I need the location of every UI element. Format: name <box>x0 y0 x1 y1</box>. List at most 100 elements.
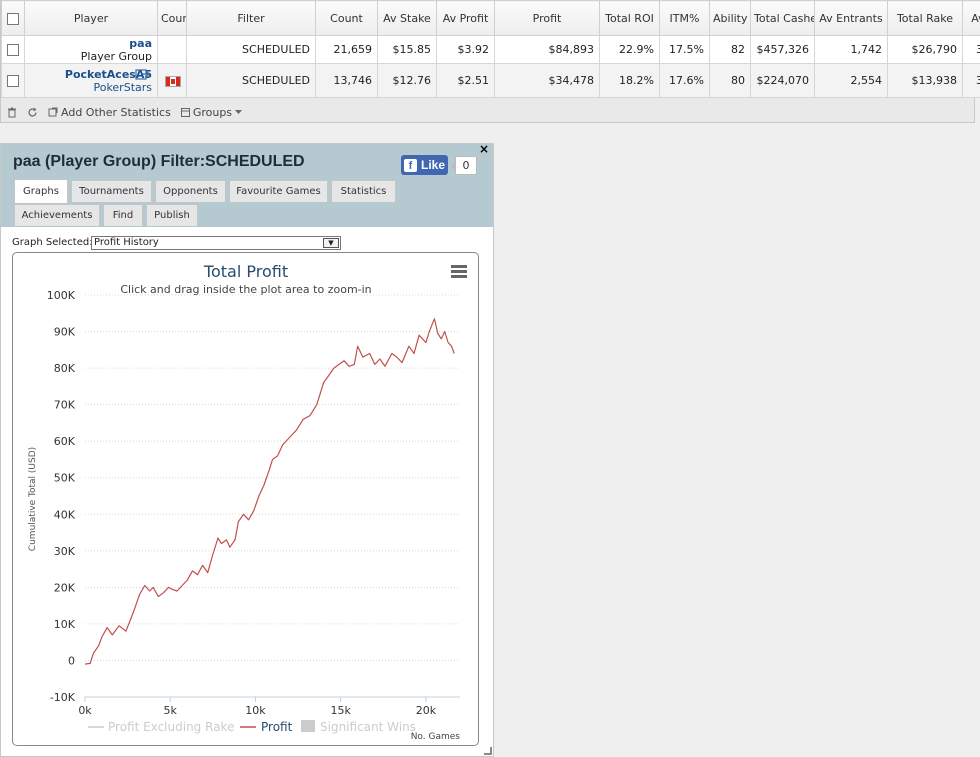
av-profit-cell: $3.92 <box>436 35 495 64</box>
count-cell: 13,746 <box>315 63 378 98</box>
x-tick-label: 15k <box>330 704 351 717</box>
chart-subtitle: Click and drag inside the plot area to z… <box>120 283 371 296</box>
profit-cell: $34,478 <box>494 63 600 98</box>
like-count: 0 <box>451 156 477 175</box>
facebook-like-button[interactable]: f Like <box>401 155 448 175</box>
y-tick-label: 100K <box>47 289 76 302</box>
col-header-profit[interactable]: Profit <box>494 0 600 36</box>
series-line-profit <box>84 318 455 665</box>
groups-icon <box>180 107 190 117</box>
count-cell: 21,659 <box>315 35 378 64</box>
row-checkbox[interactable] <box>7 75 19 87</box>
tab-tournaments[interactable]: Tournaments <box>71 180 152 202</box>
refresh-icon[interactable] <box>27 107 38 118</box>
y-tick-label: 60K <box>54 435 76 448</box>
y-tick-label: 20K <box>54 581 76 594</box>
player-site-link[interactable]: PokerStars <box>30 81 152 94</box>
player-cell: PocketAcesA5 PokerStars <box>24 63 158 98</box>
y-axis-label: Cumulative Total (USD) <box>28 447 38 551</box>
like-label: Like <box>421 158 446 172</box>
row-checkbox[interactable] <box>7 44 19 56</box>
close-panel-button[interactable]: × <box>479 142 489 156</box>
av-profit-cell: $2.51 <box>436 63 495 98</box>
col-header-player[interactable]: Player <box>24 0 158 36</box>
col-header-ability[interactable]: Ability <box>709 0 751 36</box>
graph-select-value: Profit History <box>94 237 159 248</box>
add-other-statistics-button[interactable]: Add Other Statistics <box>48 106 171 119</box>
total-roi-cell: 18.2% <box>599 63 660 98</box>
trash-icon[interactable] <box>7 107 17 118</box>
tab-publish[interactable]: Publish <box>146 204 198 226</box>
player-cell: paa Player Group <box>24 35 158 64</box>
resize-handle[interactable] <box>484 747 492 755</box>
col-header-total-cashed[interactable]: Total Cashe <box>750 0 815 36</box>
player-name-link[interactable]: paa <box>30 37 152 50</box>
y-tick-label: -10K <box>50 691 76 704</box>
y-tick-label: 50K <box>54 472 76 485</box>
y-tick-label: 0 <box>68 654 75 667</box>
total-cashed-cell: $224,070 <box>750 63 815 98</box>
tab-statistics[interactable]: Statistics <box>331 180 396 202</box>
tab-opponents[interactable]: Opponents <box>155 180 226 202</box>
col-header-total-rake[interactable]: Total Rake <box>887 0 963 36</box>
caret-down-icon <box>235 109 243 114</box>
filter-cell: SCHEDULED <box>186 63 316 98</box>
col-header-av-stake[interactable]: Av Stake <box>377 0 437 36</box>
col-header-av-profit[interactable]: Av Profit <box>436 0 495 36</box>
y-tick-label: 10K <box>54 618 76 631</box>
profit-chart[interactable]: -10K 0 10K 20K 30K 40K 50K 60K 70K 80K 90K 100K 0k 5… <box>12 252 479 746</box>
filter-cell: SCHEDULED <box>186 35 316 64</box>
chevron-down-icon: ▼ <box>323 238 339 248</box>
country-cell <box>157 63 187 98</box>
panel-title: paa (Player Group) Filter:SCHEDULED <box>13 153 305 170</box>
results-table: Player Cour Filter Count Av Stake Av Pro… <box>1 0 980 98</box>
av-roi-cell: 36.3% <box>962 35 980 64</box>
y-tick-label: 30K <box>54 545 76 558</box>
legend-label-significant-wins: Significant Wins <box>320 720 416 734</box>
legend-item-significant-wins[interactable]: Significant Wins <box>301 720 416 734</box>
row-select-cell <box>1 63 25 98</box>
graph-select[interactable]: Profit History ▼ <box>91 236 341 250</box>
tab-graphs[interactable]: Graphs <box>14 179 68 203</box>
groups-dropdown[interactable]: Groups <box>180 105 243 119</box>
tab-achievements[interactable]: Achievements <box>14 204 100 226</box>
x-tick-label: 10k <box>245 704 266 717</box>
col-header-total-roi[interactable]: Total ROI <box>599 0 660 36</box>
canada-flag-icon <box>165 75 181 87</box>
col-header-count[interactable]: Count <box>315 0 378 36</box>
tab-favourite-games[interactable]: Favourite Games <box>229 180 328 202</box>
col-header-av-entrants[interactable]: Av Entrants <box>814 0 888 36</box>
graph-selected-label: Graph Selected: <box>12 237 93 248</box>
col-header-av-roi[interactable]: Av ROI <box>962 0 980 36</box>
legend-label-profit: Profit <box>261 720 293 734</box>
tab-find[interactable]: Find <box>103 204 143 226</box>
y-tick-label: 80K <box>54 362 76 375</box>
chart-menu-icon[interactable] <box>451 265 467 278</box>
legend-item-profit[interactable]: Profit <box>240 720 293 734</box>
select-all-cell <box>1 0 25 36</box>
total-rake-cell: $26,790 <box>887 35 963 64</box>
y-tick-label: 70K <box>54 399 76 412</box>
groups-label: Groups <box>192 105 233 119</box>
facebook-icon: f <box>404 158 417 172</box>
country-cell <box>157 35 187 64</box>
legend-label-profit-excl-rake: Profit Excluding Rake <box>108 720 234 734</box>
av-stake-cell: $15.85 <box>377 35 437 64</box>
legend-item-profit-excl-rake[interactable]: Profit Excluding Rake <box>88 720 234 734</box>
profit-chart-svg: -10K 0 10K 20K 30K 40K 50K 60K 70K 80K 90K 100K 0k 5… <box>28 262 467 742</box>
new-window-icon <box>48 107 58 117</box>
av-stake-cell: $12.76 <box>377 63 437 98</box>
col-header-itm[interactable]: ITM% <box>659 0 710 36</box>
x-axis-label: No. Games <box>411 732 461 742</box>
results-grid: Player Cour Filter Count Av Stake Av Pro… <box>0 0 980 123</box>
col-header-filter[interactable]: Filter <box>186 0 316 36</box>
x-tick-label: 20k <box>416 704 437 717</box>
itm-cell: 17.5% <box>659 35 710 64</box>
open-profile-icon[interactable] <box>135 68 151 82</box>
player-name-link[interactable]: PocketAcesA5 <box>30 68 152 81</box>
select-all-checkbox[interactable] <box>7 12 19 25</box>
ability-cell: 80 <box>709 63 751 98</box>
col-header-country[interactable]: Cour <box>157 0 187 36</box>
y-tick-label: 90K <box>54 326 76 339</box>
av-entrants-cell: 2,554 <box>814 63 888 98</box>
